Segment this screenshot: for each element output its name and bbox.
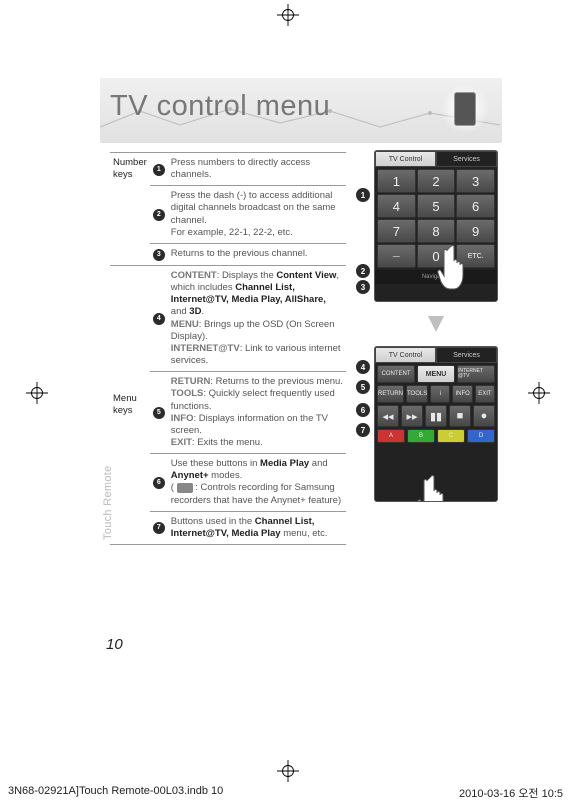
key-5: 5 <box>417 194 456 218</box>
key-record: ● <box>473 405 495 427</box>
key-color-a: A <box>377 429 405 443</box>
desc-5: RETURN: Returns to the previous menu.TOO… <box>168 372 346 454</box>
key-internet-tv: INTERNET @TV <box>457 365 495 383</box>
phone-mockup-menu: TV Control Services CONTENT MENU INTERNE… <box>374 346 498 502</box>
callout-6: 6 <box>356 403 370 417</box>
print-footer: 3N68-02921A]Touch Remote-00L03.indb 10 2… <box>0 785 571 801</box>
group-label-menu-keys: Menu keys <box>110 265 150 544</box>
badge-2: 2 <box>153 209 165 221</box>
hand-icon <box>437 241 477 291</box>
desc-2: Press the dash (-) to access additional … <box>168 186 346 244</box>
tab-services: Services <box>436 151 497 167</box>
callout-4: 4 <box>356 360 370 374</box>
key-color-b: B <box>407 429 435 443</box>
group-label-number-keys: Number keys <box>110 153 150 266</box>
key-6: 6 <box>456 194 495 218</box>
registration-mark-icon <box>277 760 299 782</box>
callout-1: 1 <box>356 188 370 202</box>
key-menu: MENU <box>417 365 455 383</box>
registration-mark-icon <box>277 4 299 26</box>
desc-3: Returns to the previous channel. <box>168 243 346 265</box>
key-rewind: ◂◂ <box>377 405 399 427</box>
registration-mark-icon <box>26 382 48 404</box>
key-info: INFO <box>452 385 472 403</box>
callout-5: 5 <box>356 380 370 394</box>
callout-7: 7 <box>356 423 370 437</box>
key-2: 2 <box>417 169 456 193</box>
key-8: 8 <box>417 219 456 243</box>
key-1: 1 <box>377 169 416 193</box>
badge-5: 5 <box>153 407 165 419</box>
desc-4: CONTENT: Displays the Content View, whic… <box>168 265 346 371</box>
nav-bar: Navigation <box>375 270 497 284</box>
page-number: 10 <box>106 636 123 653</box>
key-ff: ▸▸ <box>401 405 423 427</box>
key-stop: ■ <box>449 405 471 427</box>
key-exit: EXIT <box>475 385 495 403</box>
device-mockups: TV Control Services 1 2 3 4 5 6 7 8 9 — … <box>356 150 504 502</box>
hand-icon <box>417 471 457 502</box>
keypad: 1 2 3 4 5 6 7 8 9 — 0 ETC. <box>375 167 497 270</box>
desc-7: Buttons used in the Channel List, Intern… <box>168 511 346 544</box>
badge-7: 7 <box>153 522 165 534</box>
key-i: i <box>430 385 450 403</box>
page-banner: TV control menu <box>100 78 502 143</box>
side-label: Touch Remote <box>102 465 114 540</box>
key-return: RETURN <box>377 385 404 403</box>
key-9: 9 <box>456 219 495 243</box>
key-pause: ▮▮ <box>425 405 447 427</box>
footer-left: 3N68-02921A]Touch Remote-00L03.indb 10 <box>8 785 223 801</box>
footer-right: 2010-03-16 오전 10:5 <box>459 785 563 801</box>
tab-services: Services <box>436 347 497 363</box>
tab-tv-control: TV Control <box>375 151 436 167</box>
callout-3: 3 <box>356 280 370 294</box>
key-dash: — <box>377 244 416 268</box>
feature-table: Number keys 1 Press numbers to directly … <box>110 152 346 545</box>
badge-6: 6 <box>153 477 165 489</box>
registration-mark-icon <box>528 382 550 404</box>
callout-2: 2 <box>356 264 370 278</box>
desc-6: Use these buttons in Media Play and Anyn… <box>168 454 346 512</box>
key-content: CONTENT <box>377 365 415 383</box>
badge-3: 3 <box>153 249 165 261</box>
phone-mockup-keypad: TV Control Services 1 2 3 4 5 6 7 8 9 — … <box>374 150 498 302</box>
page-title: TV control menu <box>110 90 330 123</box>
key-4: 4 <box>377 194 416 218</box>
badge-4: 4 <box>153 313 165 325</box>
down-arrow-icon <box>374 312 498 336</box>
badge-1: 1 <box>153 164 165 176</box>
banner-phone-icon <box>442 86 488 132</box>
key-color-d: D <box>467 429 495 443</box>
tab-tv-control: TV Control <box>375 347 436 363</box>
key-3: 3 <box>456 169 495 193</box>
key-color-c: C <box>437 429 465 443</box>
key-7: 7 <box>377 219 416 243</box>
key-tools: TOOLS <box>406 385 428 403</box>
desc-1: Press numbers to directly access channel… <box>168 153 346 186</box>
